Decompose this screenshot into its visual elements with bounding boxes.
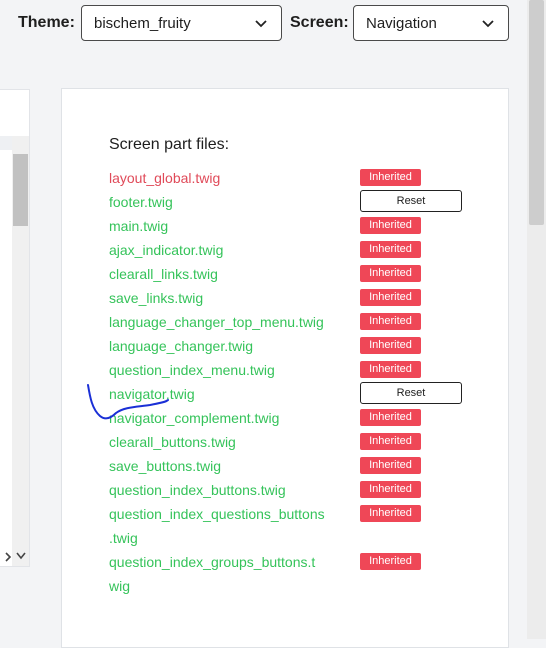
file-row: language_changer.twig Inherited <box>109 334 489 358</box>
inherited-badge: Inherited <box>360 505 421 522</box>
inherited-badge: Inherited <box>360 337 421 354</box>
file-link[interactable]: ajax_indicator.twig <box>109 238 341 262</box>
arrow-right-icon[interactable] <box>4 552 12 564</box>
arrow-down-icon[interactable] <box>16 550 26 562</box>
inherited-badge: Inherited <box>360 409 421 426</box>
file-link-line: .twig <box>109 530 138 546</box>
file-row: footer.twig Reset <box>109 190 489 214</box>
file-row: question_index_buttons.twig Inherited <box>109 478 489 502</box>
inherited-badge: Inherited <box>360 169 421 186</box>
file-link[interactable]: footer.twig <box>109 190 341 214</box>
file-link-line: question_index_questions_buttons <box>109 506 325 522</box>
file-link-line: wig <box>109 578 131 594</box>
theme-label: Theme: <box>18 14 75 31</box>
file-row: language_changer_top_menu.twig Inherited <box>109 310 489 334</box>
inherited-badge: Inherited <box>360 481 421 498</box>
inherited-badge: Inherited <box>360 313 421 330</box>
hand-drawn-annotation <box>87 384 169 420</box>
left-panel-scrollbar[interactable] <box>12 136 29 566</box>
theme-select-value: bischem_fruity <box>94 14 191 32</box>
inherited-badge: Inherited <box>360 289 421 306</box>
screen-label: Screen: <box>290 14 349 31</box>
file-row: clearall_buttons.twig Inherited <box>109 430 489 454</box>
screen-part-files-card: Screen part files: layout_global.twig In… <box>61 88 509 648</box>
theme-select[interactable]: bischem_fruity <box>81 5 282 41</box>
file-link[interactable]: save_links.twig <box>109 286 341 310</box>
inherited-badge: Inherited <box>360 361 421 378</box>
file-link[interactable]: save_buttons.twig <box>109 454 341 478</box>
file-row: main.twig Inherited <box>109 214 489 238</box>
file-link[interactable]: clearall_links.twig <box>109 262 341 286</box>
inherited-badge: Inherited <box>360 553 421 570</box>
file-link[interactable]: question_index_menu.twig <box>109 358 341 382</box>
page-scrollbar[interactable] <box>527 0 546 639</box>
inherited-badge: Inherited <box>360 217 421 234</box>
file-row: question_index_groups_buttons.t wig Inhe… <box>109 550 489 598</box>
file-link[interactable]: language_changer.twig <box>109 334 341 358</box>
file-row: layout_global.twig Inherited <box>109 166 489 190</box>
file-row: ajax_indicator.twig Inherited <box>109 238 489 262</box>
file-link-line: question_index_groups_buttons.t <box>109 554 316 570</box>
file-row: save_links.twig Inherited <box>109 286 489 310</box>
file-row: question_index_questions_buttons .twig I… <box>109 502 489 550</box>
inherited-badge: Inherited <box>360 265 421 282</box>
file-link[interactable]: language_changer_top_menu.twig <box>109 310 341 334</box>
page-scrollbar-thumb[interactable] <box>529 0 544 225</box>
screen-select-value: Navigation <box>366 14 437 32</box>
screen-select[interactable]: Navigation <box>353 5 509 41</box>
reset-button[interactable]: Reset <box>360 382 462 404</box>
file-link[interactable]: question_index_questions_buttons .twig <box>109 502 341 550</box>
file-link[interactable]: question_index_groups_buttons.t wig <box>109 550 341 598</box>
chevron-down-icon <box>482 20 494 28</box>
file-row: clearall_links.twig Inherited <box>109 262 489 286</box>
reset-button[interactable]: Reset <box>360 190 462 212</box>
left-panel-scrollbar-thumb[interactable] <box>13 154 28 226</box>
file-row: save_buttons.twig Inherited <box>109 454 489 478</box>
chevron-down-icon <box>255 20 267 28</box>
file-link[interactable]: clearall_buttons.twig <box>109 430 341 454</box>
inherited-badge: Inherited <box>360 433 421 450</box>
file-link[interactable]: layout_global.twig <box>109 166 341 190</box>
inherited-badge: Inherited <box>360 241 421 258</box>
file-row: question_index_menu.twig Inherited <box>109 358 489 382</box>
top-bar: Theme: bischem_fruity Screen: Navigation <box>0 0 546 48</box>
card-title: Screen part files: <box>109 136 230 153</box>
file-link[interactable]: question_index_buttons.twig <box>109 478 341 502</box>
file-link[interactable]: main.twig <box>109 214 341 238</box>
inherited-badge: Inherited <box>360 457 421 474</box>
